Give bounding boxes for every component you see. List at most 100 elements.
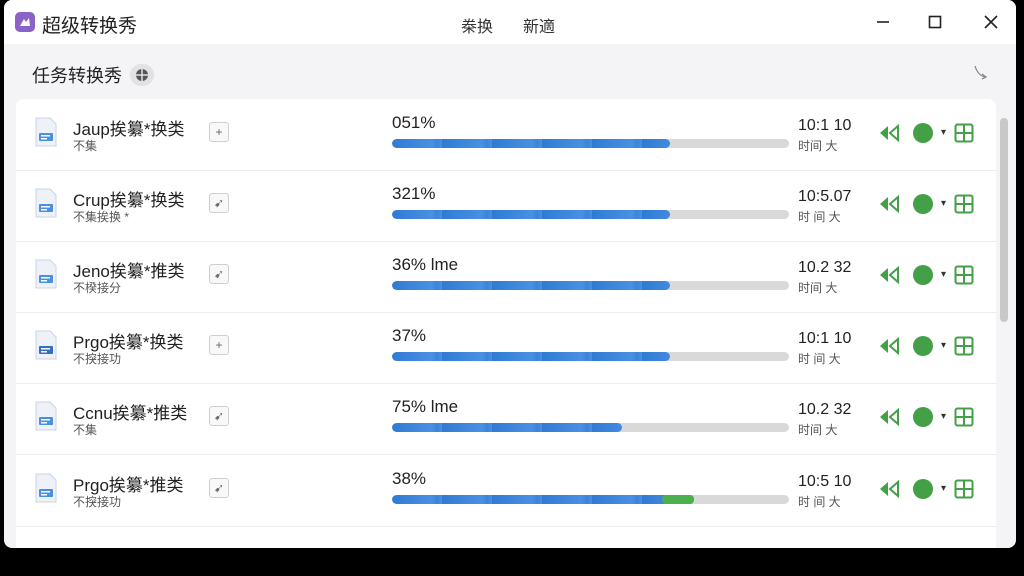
app-title: 超级转换秀	[42, 16, 138, 37]
status-dot-icon[interactable]	[913, 194, 933, 214]
menu-item-0[interactable]: 桊换	[461, 13, 493, 37]
task-time: 10:5.07	[798, 188, 852, 205]
chevron-down-icon[interactable]: ▾	[941, 269, 946, 280]
menu-item-1[interactable]: 新適	[523, 13, 555, 37]
globe-icon	[136, 69, 148, 81]
progress-bar	[392, 495, 789, 504]
rewind-icon[interactable]	[878, 407, 900, 427]
rewind-icon[interactable]	[878, 123, 900, 143]
scrollbar[interactable]	[1000, 118, 1008, 542]
task-time: 10:5 10	[798, 473, 852, 490]
row-action-button[interactable]: +	[209, 122, 229, 142]
row-action-button[interactable]: +	[209, 335, 229, 355]
task-time-label: 时间 大	[798, 139, 838, 153]
task-subtitle: 不揬接功	[73, 352, 122, 366]
title-bar: 超级转换秀 桊换 新適	[4, 0, 1016, 44]
curved-arrow-icon	[974, 65, 988, 80]
task-time: 10:1 10	[798, 330, 852, 347]
progress-bar	[392, 281, 789, 290]
grid-icon[interactable]	[954, 407, 974, 427]
file-icon	[35, 188, 57, 218]
minimize-icon	[877, 21, 889, 23]
file-icon	[35, 330, 57, 360]
chevron-down-icon[interactable]: ▾	[941, 483, 946, 494]
progress-fill	[392, 495, 694, 504]
rewind-icon[interactable]	[878, 194, 900, 214]
task-subtitle: 不集	[73, 423, 98, 437]
rewind-icon[interactable]	[878, 479, 900, 499]
progress-fill	[392, 281, 670, 290]
minimize-button[interactable]	[868, 8, 898, 36]
task-time-label: 时 间 大	[798, 352, 841, 366]
rewind-icon[interactable]	[878, 336, 900, 356]
progress-percent: 37%	[392, 326, 427, 345]
task-time: 10:1 10	[798, 117, 852, 134]
task-subtitle: 不楑接分	[73, 281, 122, 295]
task-time: 10.2 32	[798, 259, 852, 276]
task-subtitle: 不集	[73, 139, 98, 153]
progress-bar	[392, 139, 789, 148]
progress-percent: 38%	[392, 469, 427, 488]
task-row[interactable]: Jeno挨纂*推类 不楑接分 ➹ 36% lme 10.2 32 时间 大 ▾	[16, 241, 996, 313]
progress-fill	[392, 139, 670, 148]
progress-accent	[661, 495, 694, 504]
row-action-button[interactable]: ➹	[209, 264, 229, 284]
task-time-label: 时间 大	[798, 281, 838, 295]
task-row[interactable]: Crup挨纂*换类 不集挨换 * ➹ 321% 10:5.07 时 间 大 ▾	[16, 170, 996, 242]
maximize-button[interactable]	[920, 8, 950, 36]
grid-icon[interactable]	[954, 123, 974, 143]
header-badge[interactable]	[130, 64, 154, 86]
grid-icon[interactable]	[954, 194, 974, 214]
progress-bar	[392, 352, 789, 361]
task-subtitle: 不揬接功	[73, 495, 122, 509]
progress-percent: 051%	[392, 113, 436, 132]
progress-bar	[392, 423, 789, 432]
app-logo-icon	[15, 12, 35, 32]
task-time-label: 时间 大	[798, 423, 838, 437]
status-dot-icon[interactable]	[913, 265, 933, 285]
progress-percent: 321%	[392, 184, 436, 203]
file-icon	[35, 401, 57, 431]
task-row[interactable]: Jaup挨纂*换类 不集 + 051% 10:1 10 时间 大 ▾	[16, 99, 996, 171]
close-icon	[984, 15, 998, 29]
rewind-icon[interactable]	[878, 265, 900, 285]
task-row[interactable]: Ccnu挨纂*推类 不集 ➹ 75% lme 10.2 32 时间 大 ▾	[16, 383, 996, 455]
task-header: 任务转换秀	[32, 62, 154, 88]
menu-bar: 桊换 新適	[461, 13, 555, 37]
status-dot-icon[interactable]	[913, 123, 933, 143]
chevron-down-icon[interactable]: ▾	[941, 127, 946, 138]
maximize-icon	[928, 15, 942, 29]
app-logo-glyph	[20, 18, 30, 26]
progress-fill	[392, 352, 670, 361]
status-dot-icon[interactable]	[913, 336, 933, 356]
page-title: 任务转换秀	[32, 66, 122, 86]
progress-bar	[392, 210, 789, 219]
task-time-label: 时 间 大	[798, 210, 841, 224]
progress-percent: 36% lme	[392, 255, 459, 274]
chevron-down-icon[interactable]: ▾	[941, 340, 946, 351]
progress-percent: 75% lme	[392, 397, 459, 416]
task-list: Jaup挨纂*换类 不集 + 051% 10:1 10 时间 大 ▾ Crup挨…	[16, 99, 996, 548]
file-icon	[35, 473, 57, 503]
chevron-down-icon[interactable]: ▾	[941, 411, 946, 422]
task-row[interactable]: Prgo挨纂*推类 不揬接功 ➹ 38% 10:5 10 时 间 大 ▾	[16, 455, 996, 527]
progress-fill	[392, 423, 623, 432]
close-button[interactable]	[976, 8, 1006, 36]
status-dot-icon[interactable]	[913, 407, 933, 427]
task-time: 10.2 32	[798, 401, 852, 418]
chevron-down-icon[interactable]: ▾	[941, 198, 946, 209]
file-icon	[35, 259, 57, 289]
status-dot-icon[interactable]	[913, 479, 933, 499]
task-row[interactable]: Prgo挨纂*换类 不揬接功 + 37% 10:1 10 时 间 大 ▾	[16, 312, 996, 384]
grid-icon[interactable]	[954, 336, 974, 356]
grid-icon[interactable]	[954, 265, 974, 285]
row-action-button[interactable]: ➹	[209, 406, 229, 426]
file-icon	[35, 117, 57, 147]
header-arrow-button[interactable]	[972, 64, 988, 85]
progress-fill	[392, 210, 670, 219]
row-action-button[interactable]: ➹	[209, 193, 229, 213]
scroll-thumb[interactable]	[1000, 118, 1008, 322]
grid-icon[interactable]	[954, 479, 974, 499]
row-action-button[interactable]: ➹	[209, 478, 229, 498]
app-window: 超级转换秀 桊换 新適 任务转换秀 Jaup挨纂*换类 不集 + 051% 10…	[4, 0, 1016, 548]
